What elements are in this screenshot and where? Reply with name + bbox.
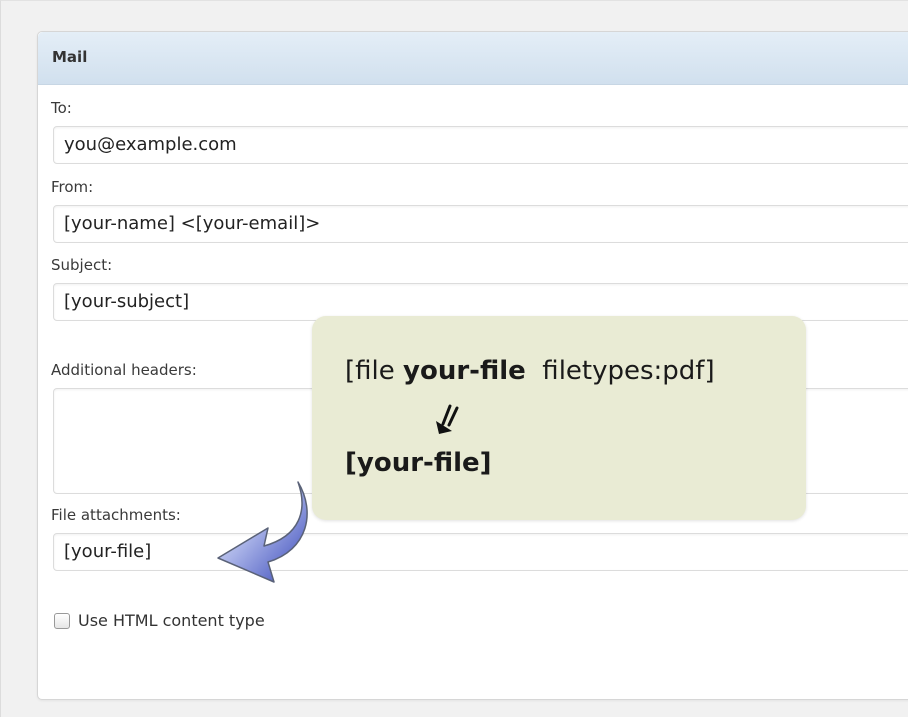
subject-label: Subject: <box>51 256 113 274</box>
mail-panel-title: Mail <box>52 48 88 66</box>
file-attachments-field[interactable]: [your-file] <box>53 533 908 571</box>
html-content-type-label[interactable]: Use HTML content type <box>78 611 265 630</box>
file-tag-callout: [file your-file filetypes:pdf] [your-fil… <box>312 316 806 520</box>
from-field[interactable]: [your-name] <[your-email]> <box>53 205 908 243</box>
html-content-type-checkbox[interactable] <box>54 613 70 629</box>
callout-form-tag: [file your-file filetypes:pdf] <box>345 356 715 386</box>
callout-tag-suffix: filetypes:pdf] <box>525 356 715 386</box>
callout-tag-prefix: [file <box>345 356 404 386</box>
callout-tag-name: your-file <box>403 356 526 386</box>
callout-mail-tag: [your-file] <box>345 448 492 478</box>
from-label: From: <box>51 178 94 196</box>
to-label: To: <box>51 99 72 117</box>
curved-arrow-icon <box>217 481 308 583</box>
to-field[interactable]: you@example.com <box>53 126 908 164</box>
file-attachments-label: File attachments: <box>51 506 181 524</box>
double-arrow-down-icon <box>436 404 459 434</box>
mail-panel-header: Mail <box>38 32 908 85</box>
additional-headers-label: Additional headers: <box>51 361 197 379</box>
